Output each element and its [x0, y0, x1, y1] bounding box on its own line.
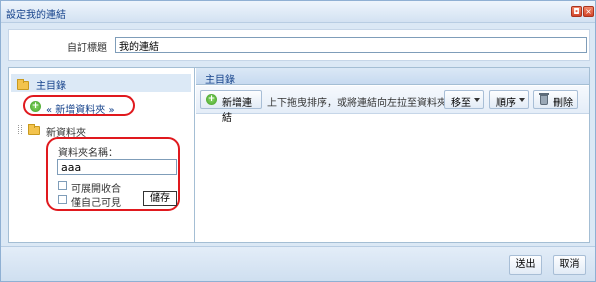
links-pane-title: 主目錄: [205, 75, 235, 86]
cancel-button[interactable]: 取消: [553, 255, 586, 275]
links-toolbar: + 新增連結 上下拖曳排序，或將連結向左拉至資料夾 移至 順序 刪除: [196, 86, 589, 124]
folder-icon: [28, 124, 40, 135]
custom-title-input[interactable]: [115, 37, 587, 53]
folder-icon: [17, 79, 29, 90]
custom-title-label: 自訂標題: [67, 43, 107, 54]
order-label: 順序: [496, 98, 516, 109]
title-bar[interactable]: 設定我的連結 ◘ ×: [1, 1, 595, 23]
chevron-down-icon: [519, 98, 525, 102]
delete-label: 刪除: [553, 98, 573, 109]
window-title: 設定我的連結: [6, 10, 66, 21]
chevron-down-icon: [474, 98, 480, 102]
drag-handle-icon[interactable]: [18, 125, 22, 134]
close-icon[interactable]: ×: [583, 6, 594, 17]
order-button[interactable]: 順序: [489, 90, 529, 109]
restore-icon[interactable]: ◘: [571, 6, 582, 17]
submit-button[interactable]: 送出: [509, 255, 542, 275]
folder-name-label: 資料夾名稱：: [58, 148, 118, 159]
folder-name-input[interactable]: [57, 159, 177, 175]
self-only-checkbox[interactable]: [58, 195, 67, 204]
self-only-label: 僅自己可見: [71, 198, 121, 209]
move-to-button[interactable]: 移至: [444, 90, 484, 109]
add-icon: +: [206, 94, 217, 105]
footer-bar: 送出 取消: [1, 246, 595, 281]
add-icon[interactable]: +: [30, 101, 41, 112]
add-folder-link[interactable]: « 新增資料夾 »: [46, 101, 115, 116]
save-button[interactable]: 儲存: [143, 191, 177, 206]
drag-hint: 上下拖曳排序，或將連結向左拉至資料夾: [267, 98, 447, 109]
delete-button[interactable]: 刪除: [533, 90, 578, 109]
folder-tree-pane: 主目錄 + « 新增資料夾 » 新資料夾 資料夾名稱： 可展開收合 僅自己可見 …: [9, 68, 195, 242]
collapsible-checkbox[interactable]: [58, 181, 67, 190]
main-panel: 主目錄 + « 新增資料夾 » 新資料夾 資料夾名稱： 可展開收合 僅自己可見 …: [8, 67, 590, 243]
links-pane-header: 主目錄: [196, 68, 589, 86]
links-pane: 主目錄 + 新增連結 上下拖曳排序，或將連結向左拉至資料夾 移至 順序 刪除: [196, 68, 589, 242]
move-to-label: 移至: [451, 98, 471, 109]
custom-title-row: 自訂標題: [8, 29, 590, 61]
add-link-label: 新增連結: [222, 98, 252, 124]
dialog-window: 設定我的連結 ◘ × 自訂標題 主目錄 + « 新增資料夾 » 新資料夾 資料夾…: [0, 0, 596, 282]
collapsible-label: 可展開收合: [71, 184, 121, 195]
tree-root-label[interactable]: 主目錄: [36, 77, 66, 92]
trash-icon: [539, 93, 549, 105]
add-link-button[interactable]: + 新增連結: [200, 90, 262, 124]
